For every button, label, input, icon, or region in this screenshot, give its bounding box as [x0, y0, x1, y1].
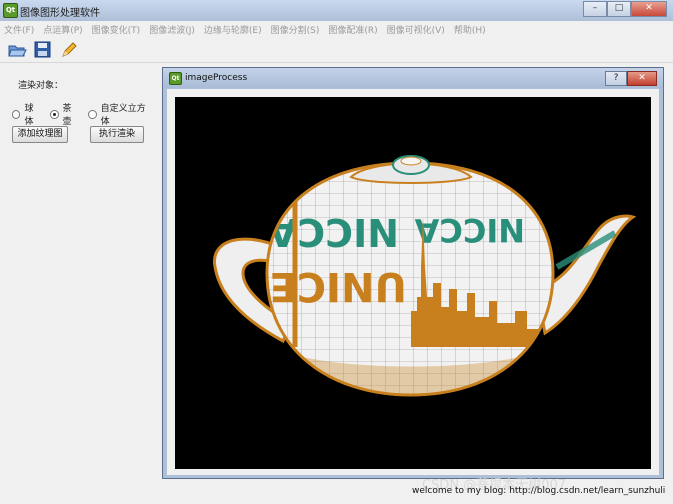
menu-image-transform[interactable]: 图像变化(T)	[92, 23, 141, 36]
radio-sphere-label: 球体	[24, 104, 34, 127]
radio-teapot[interactable]: 茶壶	[50, 101, 79, 127]
save-button[interactable]	[33, 40, 53, 60]
image-process-window: Qt imageProcess ? ✕ NICCA UNICE NICCA	[162, 67, 664, 479]
menu-bar: 文件(F) 点运算(P) 图像变化(T) 图像滤波(J) 边缘与轮廓(E) 图像…	[0, 21, 673, 37]
teapot-render: NICCA UNICE NICCA	[213, 155, 637, 397]
minimize-button[interactable]: –	[583, 1, 607, 17]
radio-sphere-indicator[interactable]	[12, 109, 21, 119]
main-window: Qt 图像图形处理软件 – □ ✕ 文件(F) 点运算(P) 图像变化(T) 图…	[0, 0, 673, 504]
menu-edge-contour[interactable]: 边缘与轮廓(E)	[204, 23, 262, 36]
texture-text-top: NICCA	[267, 210, 399, 254]
status-bar-text: welcome to my blog: http://blog.csdn.net…	[412, 486, 666, 496]
render-viewport[interactable]: NICCA UNICE NICCA	[175, 97, 651, 469]
menu-visualization[interactable]: 图像可视化(V)	[387, 23, 445, 36]
open-icon	[8, 45, 27, 57]
window-title: 图像图形处理软件	[20, 8, 100, 19]
qt-logo-icon: Qt	[3, 3, 18, 18]
texture-text-bottom: UNICE	[269, 263, 407, 309]
radio-teapot-label: 茶壶	[62, 104, 72, 127]
pencil-button[interactable]	[59, 40, 79, 60]
help-button[interactable]: ?	[605, 71, 627, 86]
radio-cube-label: 自定义立方体	[100, 104, 146, 127]
radio-teapot-indicator[interactable]	[50, 109, 59, 119]
radio-cube-indicator[interactable]	[88, 109, 97, 119]
execute-render-button[interactable]: 执行渲染	[90, 126, 144, 143]
toolbar	[0, 38, 673, 63]
render-object-label: 渲染对象：	[18, 81, 64, 91]
menu-point-ops[interactable]: 点运算(P)	[43, 23, 82, 36]
child-close-button[interactable]: ✕	[627, 71, 657, 86]
open-button[interactable]	[7, 40, 27, 60]
close-button[interactable]: ✕	[631, 1, 667, 17]
texture-text-side: NICCA	[414, 211, 525, 249]
menu-file[interactable]: 文件(F)	[4, 23, 34, 36]
menu-image-filter[interactable]: 图像滤波(J)	[149, 23, 195, 36]
menu-help[interactable]: 帮助(H)	[454, 23, 486, 36]
menu-registration[interactable]: 图像配准(R)	[328, 23, 377, 36]
radio-custom-cube[interactable]: 自定义立方体	[88, 101, 151, 127]
pencil-icon	[62, 42, 77, 57]
qt-logo-icon: Qt	[169, 72, 182, 85]
control-panel: 渲染对象： 球体 茶壶 自定义立方体 添加纹理图 执行渲染	[0, 63, 160, 504]
radio-sphere[interactable]: 球体	[12, 101, 41, 127]
maximize-button[interactable]: □	[607, 1, 631, 17]
child-title-bar: Qt imageProcess ? ✕	[163, 68, 663, 88]
teapot-body: NICCA UNICE NICCA	[265, 161, 555, 397]
add-texture-button[interactable]: 添加纹理图	[12, 126, 68, 143]
window-controls: – □ ✕	[583, 1, 667, 17]
render-object-options: 球体 茶壶 自定义立方体	[12, 101, 160, 127]
title-bar: Qt 图像图形处理软件 – □ ✕	[0, 0, 673, 22]
child-window-title: imageProcess	[185, 73, 248, 83]
menu-segmentation[interactable]: 图像分割(S)	[271, 23, 320, 36]
save-icon	[34, 41, 51, 58]
child-content-frame: NICCA UNICE NICCA	[167, 89, 659, 475]
